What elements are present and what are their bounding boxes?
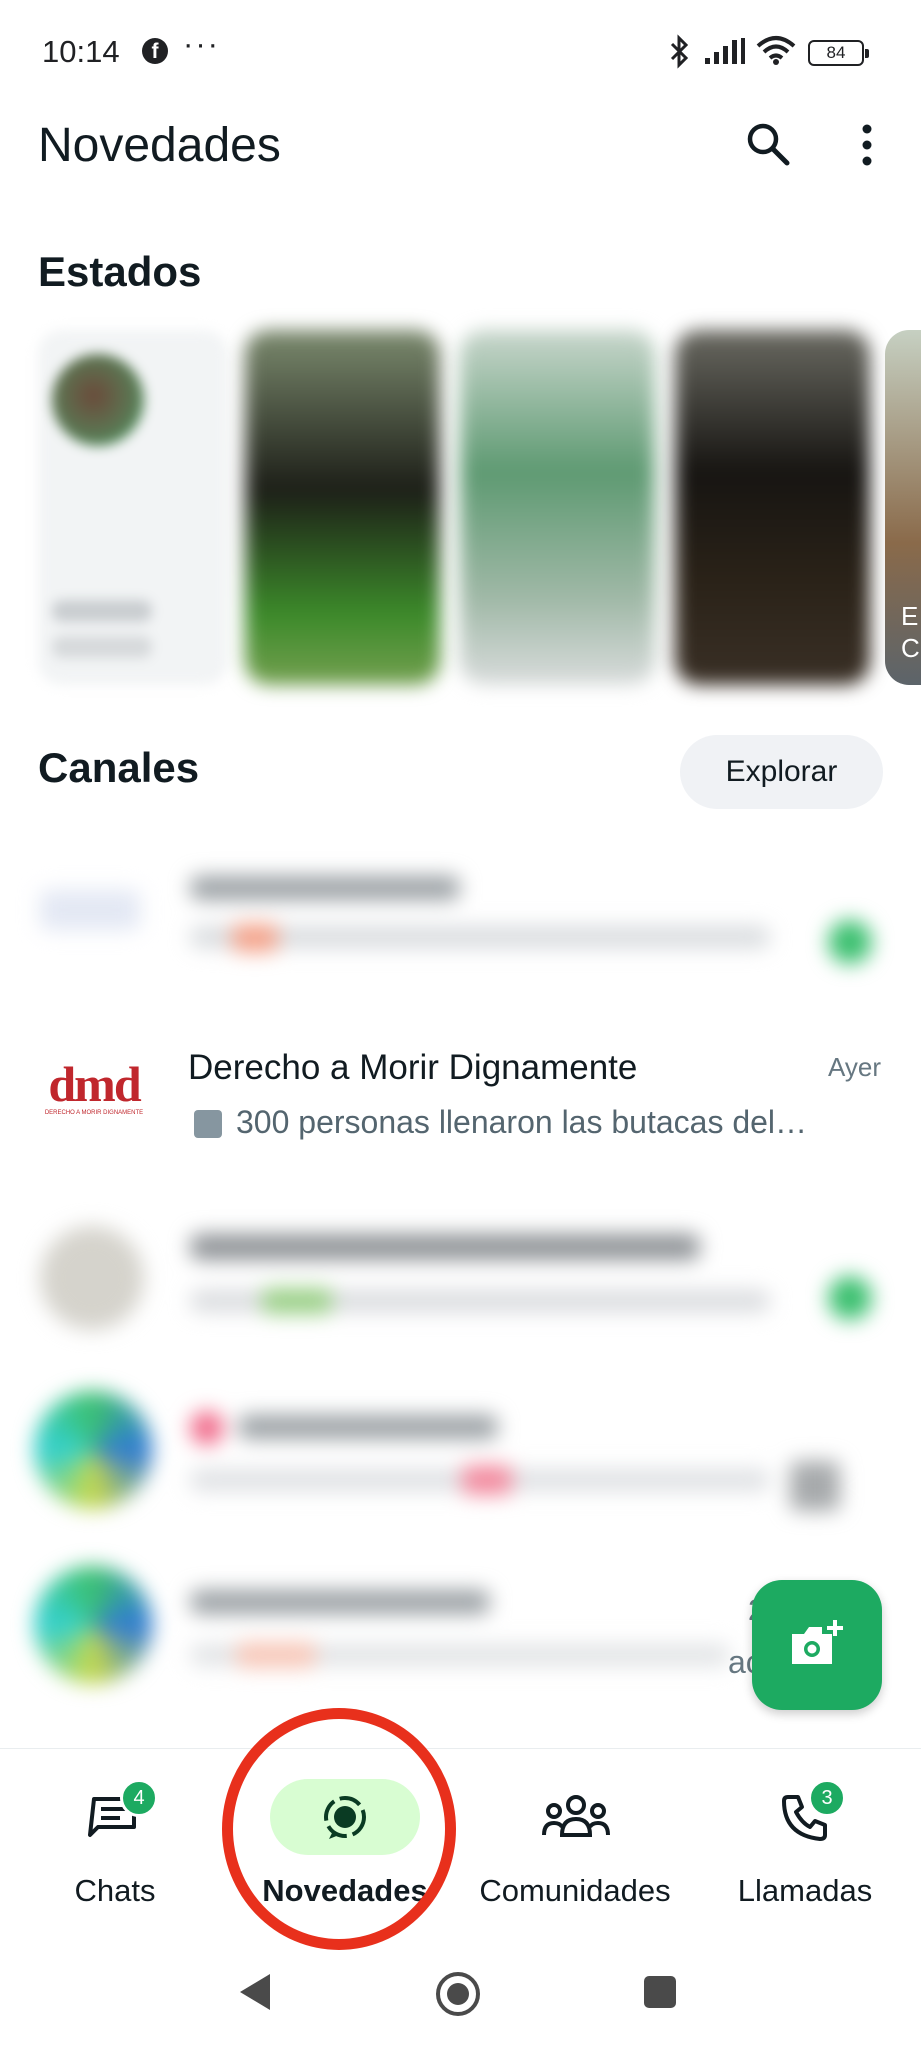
status-card-partial-label: E C <box>901 601 920 663</box>
more-notifications-icon: ··· <box>183 26 220 61</box>
chats-badge: 4 <box>120 1779 158 1817</box>
bluetooth-icon <box>670 34 689 69</box>
nav-label-chats: Chats <box>74 1873 156 1908</box>
channel-logo-subtext: DERECHO A MORIR DIGNAMENTE <box>44 1110 144 1116</box>
channel-name: Derecho a Morir Dignamente <box>188 1048 638 1087</box>
nav-item-llamadas[interactable]: 3 Llamadas <box>690 1749 920 1919</box>
status-card[interactable] <box>460 330 655 685</box>
page-title: Novedades <box>38 119 281 172</box>
more-vert-icon[interactable] <box>855 122 879 170</box>
list-item[interactable] <box>0 1385 921 1515</box>
nav-item-comunidades[interactable]: Comunidades <box>460 1749 690 1919</box>
calls-badge: 3 <box>808 1779 846 1817</box>
status-card-partial[interactable]: E C <box>885 330 921 685</box>
channel-time: Ayer <box>828 1052 881 1082</box>
list-item[interactable] <box>0 1210 921 1340</box>
facebook-icon: f <box>142 38 168 64</box>
image-icon <box>194 1110 222 1138</box>
highlight-circle <box>222 1708 456 1950</box>
explore-button[interactable]: Explorar <box>680 735 883 809</box>
status-card[interactable] <box>245 330 440 685</box>
channel-logo-text: dmd <box>48 1056 141 1112</box>
list-item[interactable] <box>0 860 921 980</box>
battery-indicator: 84 <box>808 40 869 66</box>
wifi-icon <box>756 36 796 65</box>
nav-label-comunidades: Comunidades <box>479 1873 671 1908</box>
back-icon[interactable] <box>238 1972 272 2012</box>
channels-section-title: Canales <box>38 744 200 791</box>
signal-icon <box>705 38 745 64</box>
my-status-card[interactable] <box>38 330 228 685</box>
status-section-title: Estados <box>38 248 202 295</box>
home-icon[interactable] <box>434 1970 482 2018</box>
nav-item-chats[interactable]: 4 Chats <box>0 1749 230 1919</box>
nav-label-llamadas: Llamadas <box>737 1873 873 1908</box>
search-icon[interactable] <box>744 120 792 168</box>
channel-preview: 300 personas llenaron las butacas del… <box>236 1104 808 1140</box>
communities-icon <box>542 1795 610 1837</box>
channel-avatar: dmd DERECHO A MORIR DIGNAMENTE <box>42 1056 146 1130</box>
camera-fab-button[interactable] <box>752 1580 882 1710</box>
camera-add-icon <box>792 1620 843 1664</box>
recents-icon[interactable] <box>642 1974 678 2010</box>
status-time: 10:14 <box>42 34 120 69</box>
status-card[interactable] <box>675 330 870 685</box>
